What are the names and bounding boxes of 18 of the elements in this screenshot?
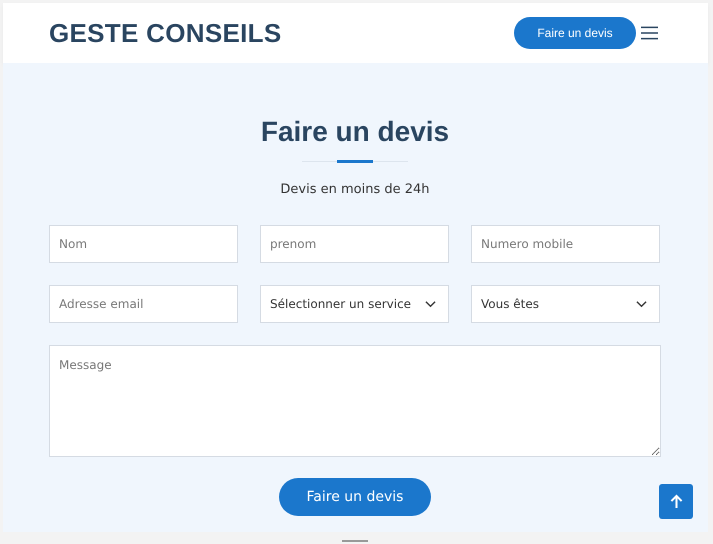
input-field[interactable]: Numero mobile — [471, 225, 660, 263]
submit-button[interactable]: Faire un devis — [279, 478, 431, 516]
select-field[interactable]: Sélectionner un service — [260, 285, 449, 323]
section-title: Faire un devis — [260, 115, 450, 149]
input-field[interactable]: prenom — [260, 225, 449, 263]
message-field[interactable]: Message — [49, 345, 661, 457]
chevron-down-icon — [425, 300, 436, 308]
input-field[interactable]: Adresse email — [49, 285, 238, 323]
scroll-handle — [342, 540, 368, 542]
quote-button[interactable]: Faire un devis — [514, 17, 636, 49]
site-logo[interactable]: GESTE CONSEILS — [49, 18, 282, 48]
section-subtitle: Devis en moins de 24h — [280, 182, 430, 197]
back-to-top-button[interactable] — [659, 484, 693, 519]
input-field[interactable]: Nom — [49, 225, 238, 263]
select-field[interactable]: Vous êtes — [471, 285, 660, 323]
menu-icon[interactable] — [641, 26, 658, 40]
arrow-up-icon — [670, 494, 682, 509]
chevron-down-icon — [636, 300, 647, 308]
